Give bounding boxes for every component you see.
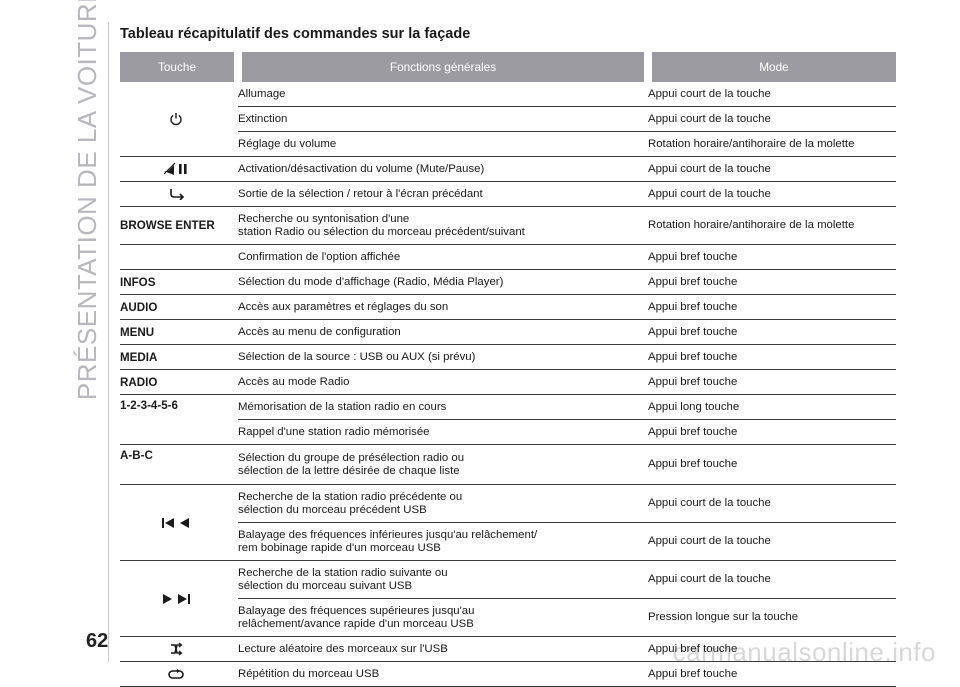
- function-cell: Répétition du morceau USB: [238, 661, 648, 687]
- function-cell: Sortie de la sélection / retour à l'écra…: [238, 181, 648, 207]
- page-number: 62: [86, 630, 109, 652]
- key-cell: MEDIA: [120, 344, 238, 370]
- key-cell: A-B-C: [120, 444, 238, 485]
- mode-cell: Appui court de la touche: [648, 181, 896, 207]
- mode-cell: Appui bref touche: [648, 419, 896, 445]
- commands-table: Touche Fonctions générales Mode Allumage…: [120, 52, 896, 687]
- function-cell: Lecture aléatoire des morceaux sur l'USB: [238, 636, 648, 662]
- shuffle-icon: [171, 642, 183, 656]
- mode-cell: Rotation horaire/antihoraire de la molet…: [648, 131, 896, 157]
- side-divider: [108, 22, 109, 662]
- mode-cell: Appui bref touche: [648, 636, 896, 662]
- table-row: Confirmation de l'option affichée Appui …: [120, 244, 896, 270]
- key-cell: [120, 484, 238, 561]
- mode-cell: Rotation horaire/antihoraire de la molet…: [648, 206, 896, 245]
- table-row: Répétition du morceau USB Appui bref tou…: [120, 661, 896, 687]
- function-cell: Accès aux paramètres et réglages du son: [238, 294, 648, 320]
- mode-cell: Appui court de la touche: [648, 560, 896, 599]
- table-header-row: Touche Fonctions générales Mode: [120, 52, 896, 82]
- mode-cell: Appui bref touche: [648, 369, 896, 395]
- section-title-text: PRÉSENTATION DE LA VOITURE: [72, 0, 103, 400]
- key-cell: [120, 636, 238, 662]
- previous-rewind-icon: [162, 517, 189, 528]
- function-cell: Recherche ou syntonisation d'une station…: [238, 206, 648, 245]
- table-row: BROWSE ENTER Recherche ou syntonisation …: [120, 206, 896, 245]
- function-cell: Allumage: [238, 82, 648, 107]
- mode-cell: Appui bref touche: [648, 319, 896, 345]
- key-cell: 1-2-3-4-5-6: [120, 394, 238, 445]
- mode-cell: Appui bref touche: [648, 661, 896, 687]
- table-row: Sortie de la sélection / retour à l'écra…: [120, 181, 896, 207]
- table-row: 1-2-3-4-5-6 Mémorisation de la station r…: [120, 394, 896, 445]
- column-header-fonctions: Fonctions générales: [238, 52, 652, 82]
- key-cell-empty: [120, 244, 238, 270]
- function-cell: Recherche de la station radio précédente…: [238, 484, 648, 523]
- function-cell: Confirmation de l'option affichée: [238, 244, 648, 270]
- mode-cell: Appui court de la touche: [648, 522, 896, 561]
- mode-cell: Appui court de la touche: [648, 156, 896, 182]
- mode-cell: Appui bref touche: [648, 344, 896, 370]
- back-icon: [170, 189, 184, 201]
- mode-cell: Appui bref touche: [648, 294, 896, 320]
- table-row: MEDIA Sélection de la source : USB ou AU…: [120, 344, 896, 370]
- key-cell: RADIO: [120, 369, 238, 395]
- table-row: A-B-C Sélection du groupe de présélectio…: [120, 444, 896, 485]
- section-side-title: PRÉSENTATION DE LA VOITURE: [68, 0, 108, 400]
- repeat-icon: [168, 669, 184, 680]
- mode-cell: Appui bref touche: [648, 244, 896, 270]
- table-row: Recherche de la station radio précédente…: [120, 484, 896, 561]
- table-row: AUDIO Accès aux paramètres et réglages d…: [120, 294, 896, 320]
- table-row: Recherche de la station radio suivante o…: [120, 560, 896, 637]
- key-cell: AUDIO: [120, 294, 238, 320]
- key-cell: [120, 181, 238, 207]
- function-cell: Extinction: [238, 106, 648, 132]
- page-title: Tableau récapitulatif des commandes sur …: [120, 26, 471, 42]
- key-cell: [120, 82, 238, 157]
- function-cell: Activation/désactivation du volume (Mute…: [238, 156, 648, 182]
- function-cell: Réglage du volume: [238, 131, 648, 157]
- table-row: Lecture aléatoire des morceaux sur l'USB…: [120, 636, 896, 662]
- table-row: Allumage Appui court de la touche: [120, 82, 896, 157]
- function-cell: Balayage des fréquences supérieures jusq…: [238, 598, 648, 637]
- column-header-touche: Touche: [120, 52, 242, 82]
- function-cell: Sélection du mode d'affichage (Radio, Mé…: [238, 269, 648, 295]
- key-cell: [120, 661, 238, 687]
- function-cell: Accès au mode Radio: [238, 369, 648, 395]
- function-cell: Rappel d'une station radio mémorisée: [238, 419, 648, 445]
- mute-pause-icon: [163, 162, 187, 175]
- mode-cell: Appui bref touche: [648, 444, 896, 485]
- function-cell: Accès au menu de configuration: [238, 319, 648, 345]
- key-cell: BROWSE ENTER: [120, 206, 238, 245]
- mode-cell: Appui long touche: [648, 394, 896, 420]
- mode-cell: Appui court de la touche: [648, 82, 896, 107]
- table-row: RADIO Accès au mode Radio Appui bref tou…: [120, 369, 896, 395]
- table-row: Activation/désactivation du volume (Mute…: [120, 156, 896, 182]
- key-cell: [120, 560, 238, 637]
- key-cell: [120, 156, 238, 182]
- mode-cell: Appui bref touche: [648, 269, 896, 295]
- mode-cell: Appui court de la touche: [648, 484, 896, 523]
- forward-next-icon: [163, 593, 190, 604]
- function-cell: Balayage des fréquences inférieures jusq…: [238, 522, 648, 561]
- mode-cell: Appui court de la touche: [648, 106, 896, 132]
- key-cell: MENU: [120, 319, 238, 345]
- function-cell: Sélection de la source : USB ou AUX (si …: [238, 344, 648, 370]
- key-cell: INFOS: [120, 269, 238, 295]
- table-row: INFOS Sélection du mode d'affichage (Rad…: [120, 269, 896, 295]
- function-cell: Mémorisation de la station radio en cour…: [238, 394, 648, 420]
- table-row: MENU Accès au menu de configuration Appu…: [120, 319, 896, 345]
- mode-cell: Pression longue sur la touche: [648, 598, 896, 637]
- function-cell: Recherche de la station radio suivante o…: [238, 560, 648, 599]
- column-header-mode: Mode: [648, 52, 896, 82]
- function-cell: Sélection du groupe de présélection radi…: [238, 444, 648, 485]
- power-icon: [170, 113, 182, 126]
